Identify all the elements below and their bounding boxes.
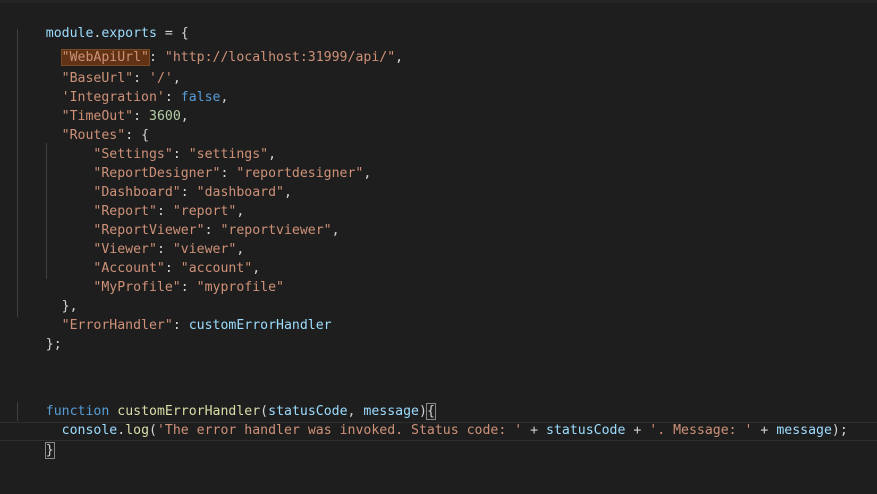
code-line-route-dashboard[interactable]: "Dashboard": "dashboard", bbox=[14, 164, 292, 200]
code-line-route-account[interactable]: "Account": "account", bbox=[14, 240, 260, 276]
code-line-timeout[interactable]: "TimeOut": 3600, bbox=[14, 88, 189, 124]
token-message: message bbox=[776, 423, 832, 438]
code-line-function-declaration[interactable]: function customErrorHandler(statusCode, … bbox=[14, 383, 436, 420]
token-console: console bbox=[61, 423, 118, 438]
token-open-paren: ( bbox=[149, 423, 157, 438]
token-close-brace-matched: } bbox=[44, 442, 55, 459]
code-line-route-report[interactable]: "Report": "report", bbox=[14, 183, 244, 219]
code-line-function-close[interactable]: } bbox=[14, 422, 55, 459]
token-comma: , bbox=[395, 50, 404, 65]
code-line-errorhandler[interactable]: "ErrorHandler": customErrorHandler bbox=[14, 297, 332, 333]
code-line-routes[interactable]: "Routes": { bbox=[14, 107, 149, 143]
token-close-brace: }; bbox=[45, 337, 62, 352]
token-plus: + bbox=[625, 423, 650, 438]
code-line-baseurl[interactable]: "BaseUrl": '/', bbox=[14, 50, 181, 86]
token-value: "myprofile" bbox=[196, 280, 284, 295]
code-line-route-reportviewer[interactable]: "ReportViewer": "reportviewer", bbox=[14, 202, 339, 238]
token-comma: , bbox=[331, 223, 340, 238]
code-line-route-reportdesigner[interactable]: "ReportDesigner": "reportdesigner", bbox=[14, 145, 371, 181]
code-line-console-log[interactable]: console.log('The error handler was invok… bbox=[14, 402, 848, 438]
code-line-webapiurl[interactable]: "WebApiUrl": "http://localhost:31999/api… bbox=[14, 29, 403, 66]
code-line-exports-close[interactable]: }; bbox=[14, 316, 62, 352]
token-dot: . bbox=[117, 423, 126, 438]
token-statuscode: statusCode bbox=[546, 423, 626, 438]
code-line-routes-close[interactable]: }, bbox=[14, 278, 78, 314]
token-comma: , bbox=[220, 90, 229, 105]
code-line-route-viewer[interactable]: "Viewer": "viewer", bbox=[14, 221, 244, 257]
token-string-1: 'The error handler was invoked. Status c… bbox=[156, 423, 523, 438]
code-line-route-myprofile[interactable]: "MyProfile": "myprofile" bbox=[14, 259, 284, 295]
token-plus: + bbox=[522, 423, 547, 438]
token-colon: : bbox=[172, 318, 189, 333]
editor-top-edge bbox=[0, 0, 877, 3]
token-key: "MyProfile" bbox=[93, 280, 181, 295]
token-comma: , bbox=[180, 109, 189, 124]
token-value-timeout: 3600 bbox=[149, 109, 181, 124]
token-comma: , bbox=[363, 166, 372, 181]
code-line-integration[interactable]: 'Integration': false, bbox=[14, 69, 229, 105]
token-key-errorhandler: "ErrorHandler" bbox=[61, 318, 173, 333]
token-value-errorhandler: customErrorHandler bbox=[188, 318, 332, 333]
token-log: log bbox=[125, 423, 150, 438]
token-plus: + bbox=[752, 423, 777, 438]
code-line-route-settings[interactable]: "Settings": "settings", bbox=[14, 126, 276, 162]
text-cursor bbox=[53, 441, 55, 459]
token-close-paren-semicolon: ); bbox=[831, 423, 848, 438]
token-comma: , bbox=[283, 185, 292, 200]
code-line-module-exports[interactable]: module.exports = { bbox=[14, 5, 189, 41]
token-value-webapiurl: "http://localhost:31999/api/" bbox=[164, 50, 396, 65]
token-string-2: '. Message: ' bbox=[649, 423, 753, 438]
code-editor[interactable]: module.exports = { "WebApiUrl": "http://… bbox=[0, 0, 877, 494]
token-colon: : bbox=[180, 280, 197, 295]
